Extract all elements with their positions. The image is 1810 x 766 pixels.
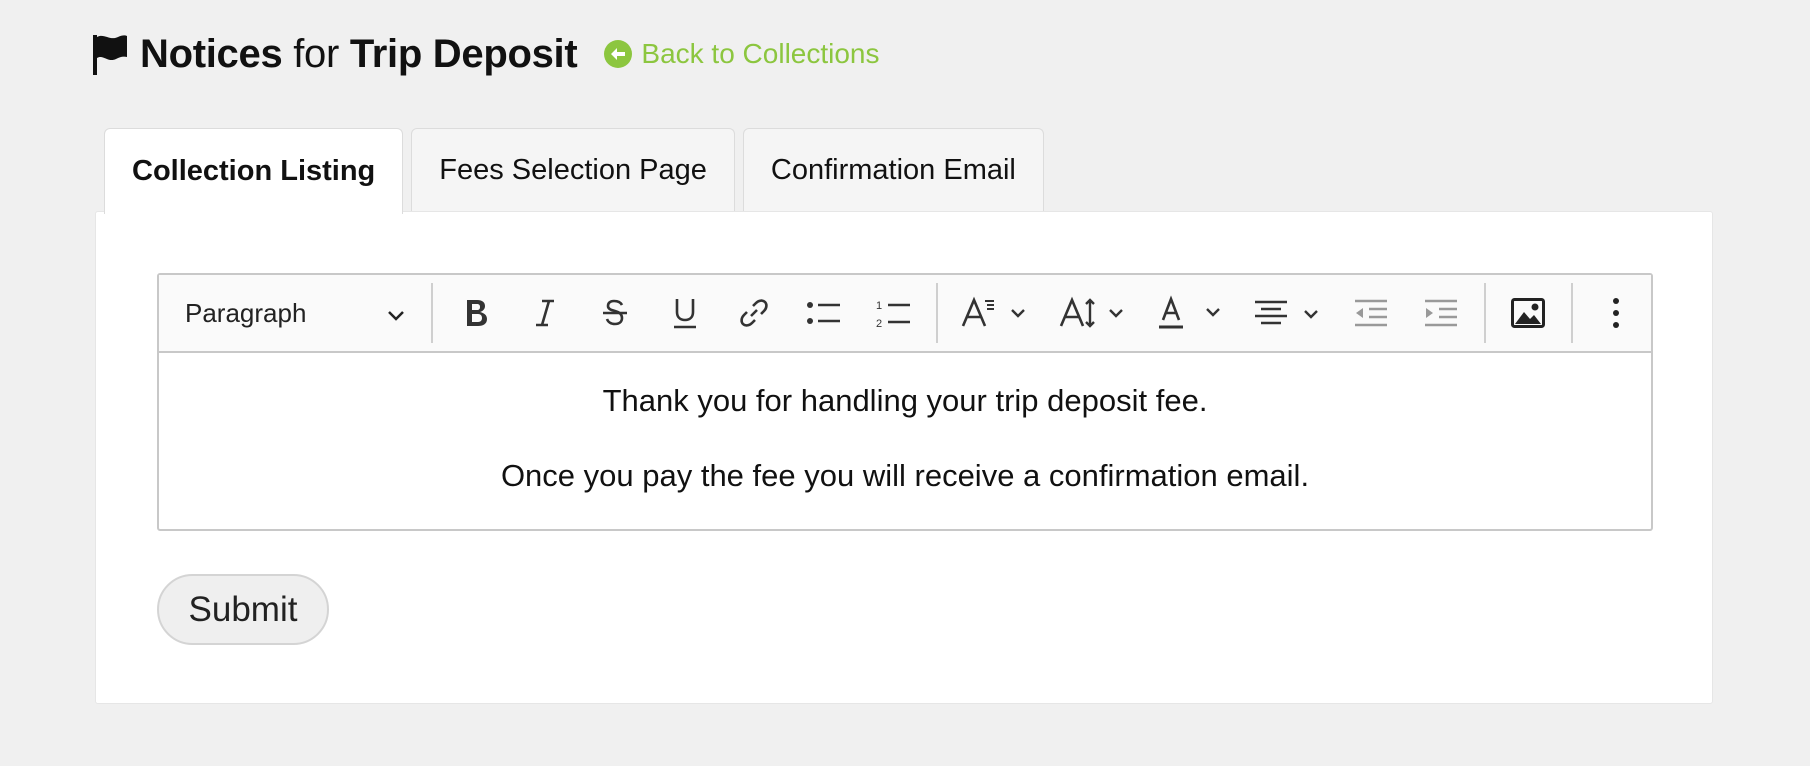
flag-icon bbox=[92, 32, 130, 76]
image-icon bbox=[1511, 298, 1546, 328]
submit-button[interactable]: Submit bbox=[157, 574, 329, 645]
more-options-button[interactable] bbox=[1581, 283, 1651, 343]
arrow-circle-left-icon bbox=[603, 39, 633, 69]
tab-fees-selection-page[interactable]: Fees Selection Page bbox=[411, 128, 735, 212]
toolbar-divider bbox=[936, 283, 939, 343]
back-link-label: Back to Collections bbox=[641, 38, 880, 69]
link-icon bbox=[738, 297, 770, 329]
font-family-icon bbox=[960, 296, 1030, 330]
toolbar-divider bbox=[1571, 283, 1574, 343]
text-alignment-dropdown[interactable] bbox=[1239, 283, 1337, 343]
bold-button[interactable] bbox=[441, 283, 511, 343]
svg-text:1: 1 bbox=[876, 300, 882, 312]
notice-tabs: Collection Listing Fees Selection Page C… bbox=[104, 128, 1044, 214]
block-format-dropdown[interactable]: Paragraph bbox=[169, 283, 423, 343]
title-prefix: Notices bbox=[140, 31, 283, 76]
font-size-icon bbox=[1058, 296, 1128, 330]
strikethrough-icon bbox=[600, 297, 630, 329]
underline-button[interactable] bbox=[650, 283, 720, 343]
svg-text:2: 2 bbox=[876, 318, 882, 329]
align-center-icon bbox=[1253, 297, 1323, 329]
numbered-list-icon: 12 bbox=[876, 297, 912, 329]
font-family-dropdown[interactable] bbox=[946, 283, 1044, 343]
bulleted-list-icon bbox=[806, 298, 842, 328]
bold-icon bbox=[462, 297, 490, 329]
toolbar-divider bbox=[1483, 283, 1486, 343]
chevron-down-icon bbox=[387, 298, 405, 329]
tab-label: Fees Selection Page bbox=[439, 154, 707, 186]
page-header: Notices for Trip Deposit Back to Collect… bbox=[92, 26, 880, 82]
page-title: Notices for Trip Deposit bbox=[140, 31, 578, 77]
underline-icon bbox=[671, 296, 699, 330]
tab-label: Confirmation Email bbox=[770, 154, 1016, 186]
back-to-collections-link[interactable]: Back to Collections bbox=[603, 38, 880, 70]
font-color-dropdown[interactable] bbox=[1141, 283, 1239, 343]
strikethrough-button[interactable] bbox=[580, 283, 650, 343]
title-collection-name: Trip Deposit bbox=[349, 31, 578, 76]
numbered-list-button[interactable]: 12 bbox=[859, 283, 929, 343]
rich-text-editor: Paragraph 1 2 Thank you for handling you… bbox=[157, 273, 1653, 531]
editor-toolbar: Paragraph 1 2 bbox=[159, 275, 1651, 353]
indent-button[interactable] bbox=[1406, 283, 1476, 343]
outdent-icon bbox=[1353, 298, 1389, 328]
editor-paragraph: Thank you for handling your trip deposit… bbox=[602, 383, 1208, 418]
outdent-button[interactable] bbox=[1336, 283, 1406, 343]
bulleted-list-button[interactable] bbox=[789, 283, 859, 343]
font-color-icon bbox=[1155, 295, 1225, 331]
toolbar-divider bbox=[430, 283, 433, 343]
block-format-value: Paragraph bbox=[185, 297, 307, 328]
font-size-dropdown[interactable] bbox=[1044, 283, 1142, 343]
editor-paragraph: Once you pay the fee you will receive a … bbox=[500, 458, 1310, 493]
italic-button[interactable] bbox=[511, 283, 581, 343]
editor-content-area[interactable]: Thank you for handling your trip deposit… bbox=[159, 353, 1651, 494]
title-connector: for bbox=[293, 31, 340, 76]
link-button[interactable] bbox=[719, 283, 789, 343]
insert-image-button[interactable] bbox=[1494, 283, 1564, 343]
tab-collection-listing[interactable]: Collection Listing bbox=[104, 128, 404, 214]
more-options-icon bbox=[1611, 296, 1621, 330]
italic-icon bbox=[532, 297, 558, 329]
tab-label: Collection Listing bbox=[132, 155, 376, 187]
indent-icon bbox=[1423, 298, 1459, 328]
tab-panel: Paragraph 1 2 Thank you for handling you… bbox=[95, 211, 1713, 704]
tab-confirmation-email[interactable]: Confirmation Email bbox=[742, 128, 1044, 212]
